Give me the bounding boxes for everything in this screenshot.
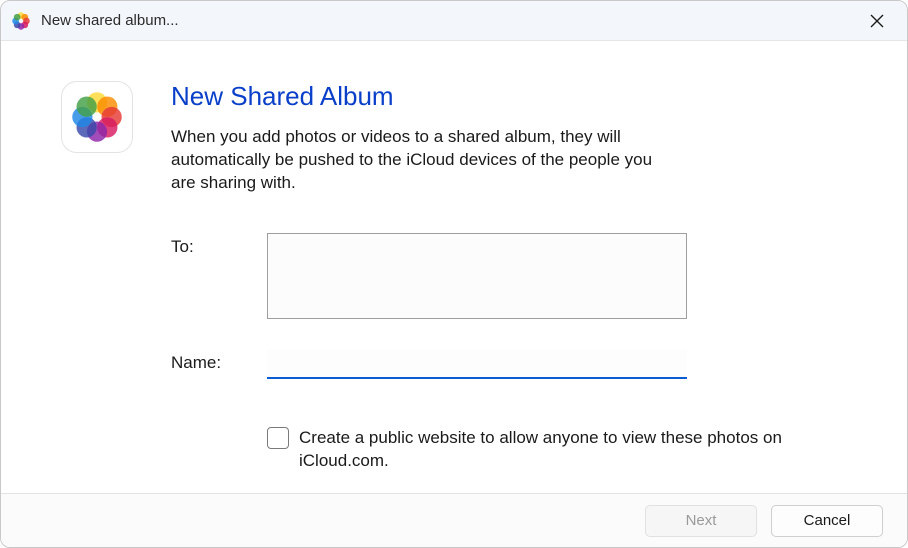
window-title: New shared album... — [41, 12, 855, 29]
name-row: Name: — [171, 349, 847, 379]
main-column: New Shared Album When you add photos or … — [171, 81, 847, 473]
to-input[interactable] — [267, 233, 687, 319]
dialog-window: New shared album... — [0, 0, 908, 548]
dialog-description: When you add photos or videos to a share… — [171, 126, 671, 195]
close-icon — [870, 14, 884, 28]
public-website-checkbox[interactable] — [267, 427, 289, 449]
close-button[interactable] — [855, 1, 899, 40]
photos-app-icon-large — [61, 81, 133, 153]
to-row: To: — [171, 233, 847, 319]
public-website-label[interactable]: Create a public website to allow anyone … — [299, 427, 787, 473]
dialog-content: New Shared Album When you add photos or … — [1, 41, 907, 493]
titlebar: New shared album... — [1, 1, 907, 41]
cancel-button[interactable]: Cancel — [771, 505, 883, 537]
name-label: Name: — [171, 349, 267, 373]
dialog-footer: Next Cancel — [1, 493, 907, 547]
to-label: To: — [171, 233, 267, 257]
name-input[interactable] — [267, 349, 687, 379]
photos-app-icon — [11, 11, 31, 31]
dialog-heading: New Shared Album — [171, 81, 847, 112]
public-website-row: Create a public website to allow anyone … — [267, 427, 787, 473]
next-button[interactable]: Next — [645, 505, 757, 537]
